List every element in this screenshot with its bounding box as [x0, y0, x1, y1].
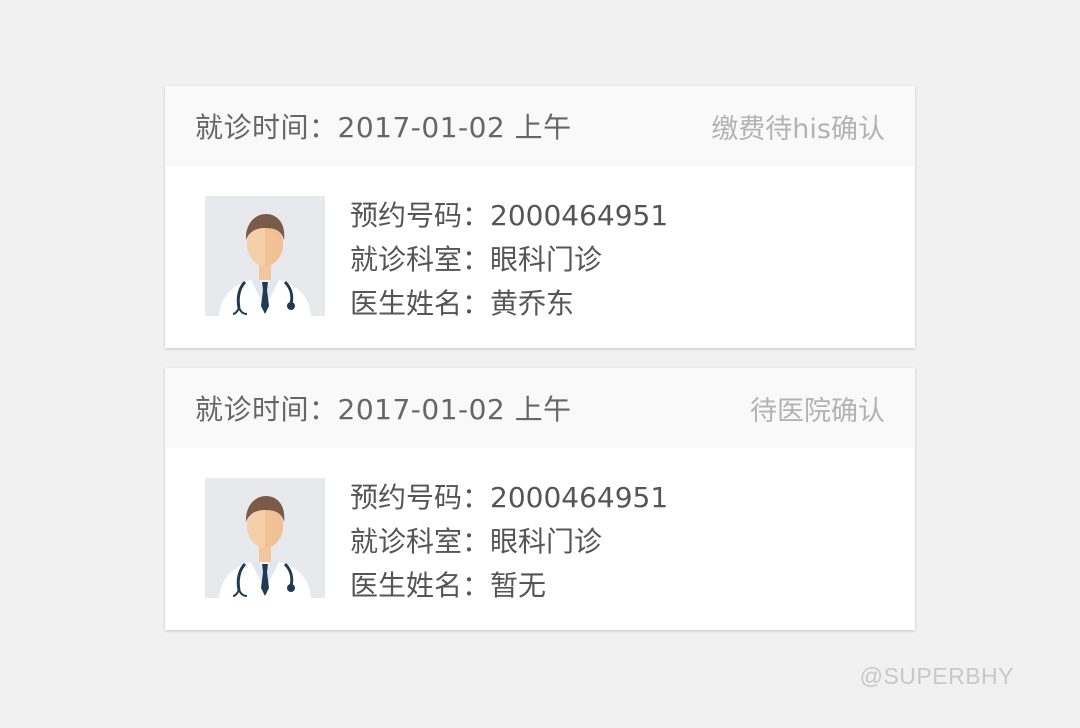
appointment-number-label: 预约号码：	[350, 199, 491, 232]
department-value: 眼科门诊	[490, 243, 603, 276]
department-label: 就诊科室：	[350, 243, 491, 276]
department-label: 就诊科室：	[350, 525, 491, 558]
visit-time-value: 2017-01-02 上午	[337, 393, 572, 426]
doctor-avatar-icon	[205, 478, 325, 598]
doctor-name-label: 医生姓名：	[350, 287, 491, 320]
appointment-card-header: 就诊时间：2017-01-02 上午 缴费待his确认	[165, 86, 915, 166]
status-badge: 待医院确认	[750, 395, 885, 427]
appointment-card-header: 就诊时间：2017-01-02 上午 待医院确认	[165, 368, 915, 448]
doctor-name-row: 医生姓名：暂无	[350, 564, 668, 608]
visit-time: 就诊时间：2017-01-02 上午	[195, 106, 572, 146]
status-badge: 缴费待his确认	[711, 113, 885, 145]
visit-time-value: 2017-01-02 上午	[337, 111, 572, 144]
doctor-name-row: 医生姓名：黄乔东	[350, 282, 668, 326]
department-row: 就诊科室：眼科门诊	[350, 238, 668, 282]
appointment-card-body: 预约号码：2000464951 就诊科室：眼科门诊 医生姓名：黄乔东	[165, 166, 915, 348]
appointment-list-page: 就诊时间：2017-01-02 上午 缴费待his确认 预约号码：2000464…	[0, 0, 1080, 728]
doctor-avatar-icon	[205, 196, 325, 316]
appointment-number-value: 2000464951	[490, 199, 669, 232]
doctor-name-label: 医生姓名：	[350, 569, 491, 602]
appointment-number-row: 预约号码：2000464951	[350, 476, 668, 520]
appointment-number-label: 预约号码：	[350, 481, 491, 514]
visit-time: 就诊时间：2017-01-02 上午	[195, 388, 572, 428]
visit-time-label: 就诊时间：	[195, 393, 338, 426]
visit-time-label: 就诊时间：	[195, 111, 338, 144]
appointment-number-value: 2000464951	[490, 481, 669, 514]
department-row: 就诊科室：眼科门诊	[350, 520, 668, 564]
appointment-card[interactable]: 就诊时间：2017-01-02 上午 待医院确认 预约号码：2000464951…	[165, 368, 915, 630]
appointment-card[interactable]: 就诊时间：2017-01-02 上午 缴费待his确认 预约号码：2000464…	[165, 86, 915, 348]
doctor-name-value: 黄乔东	[490, 287, 575, 320]
appointment-card-body: 预约号码：2000464951 就诊科室：眼科门诊 医生姓名：暂无	[165, 448, 915, 630]
appointment-info: 预约号码：2000464951 就诊科室：眼科门诊 医生姓名：黄乔东	[350, 194, 668, 326]
appointment-info: 预约号码：2000464951 就诊科室：眼科门诊 医生姓名：暂无	[350, 476, 668, 608]
doctor-name-value: 暂无	[490, 569, 547, 602]
appointment-number-row: 预约号码：2000464951	[350, 194, 668, 238]
department-value: 眼科门诊	[490, 525, 603, 558]
watermark: @SUPERBHY	[859, 663, 1014, 689]
